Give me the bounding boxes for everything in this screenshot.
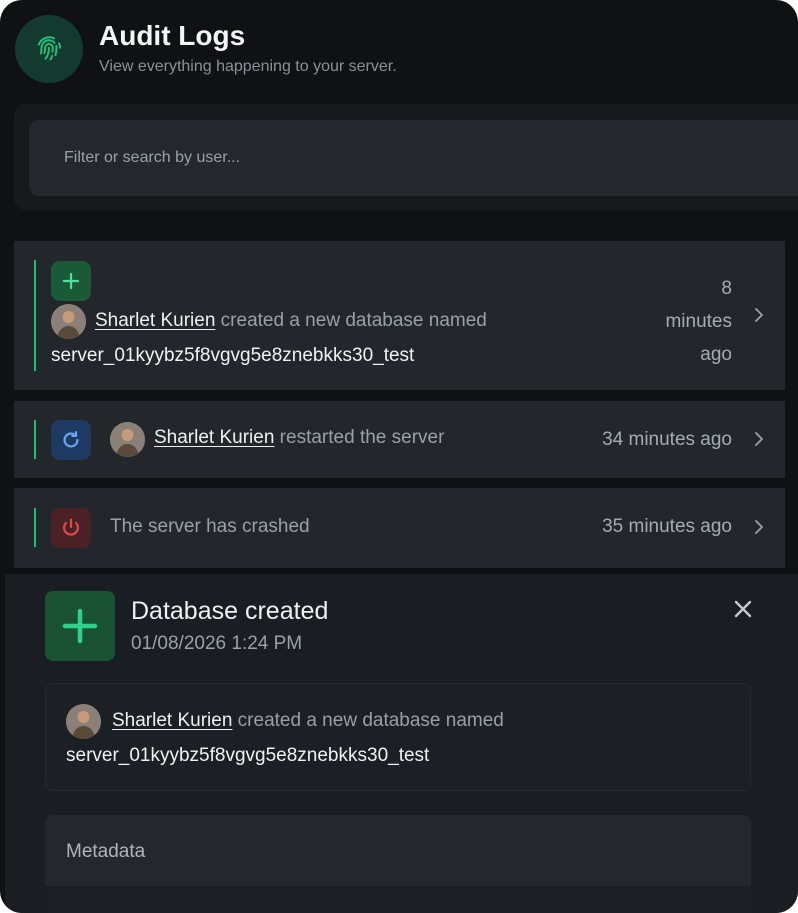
plus-icon: [45, 591, 115, 661]
detail-title: Database created: [131, 597, 329, 625]
log-description: Sharlet Kurien restarted the server: [154, 427, 445, 448]
restart-icon: [51, 420, 91, 460]
chevron-right-icon[interactable]: [751, 519, 767, 535]
detail-date: 01/08/2026 1:24 PM: [131, 633, 303, 654]
log-timestamp: 35 minutes ago: [602, 516, 732, 537]
log-row-restart[interactable]: Sharlet Kurien restarted the server 34 m…: [14, 401, 785, 478]
detail-description-card: Sharlet Kurien created a new database na…: [45, 683, 751, 791]
user-link[interactable]: Sharlet Kurien: [154, 427, 274, 448]
audit-logs-window: Audit Logs View everything happening to …: [0, 0, 798, 913]
log-description: The server has crashed: [110, 516, 310, 537]
avatar: [110, 422, 145, 457]
log-row-crash[interactable]: The server has crashed 35 minutes ago: [14, 488, 785, 568]
log-description: Sharlet Kurien created a new database na…: [95, 310, 487, 331]
page-title: Audit Logs: [99, 20, 246, 51]
avatar: [66, 704, 101, 739]
detail-description: Sharlet Kurien created a new database na…: [112, 710, 504, 731]
power-icon: [51, 508, 91, 548]
log-timestamp: 8 minutes ago: [665, 278, 732, 365]
user-link[interactable]: Sharlet Kurien: [112, 710, 232, 731]
row-accent-bar: [34, 420, 36, 459]
search-input[interactable]: [29, 120, 798, 196]
log-row-database-created[interactable]: Sharlet Kurien created a new database na…: [14, 241, 785, 390]
metadata-section[interactable]: Metadata: [45, 815, 751, 913]
chevron-right-icon[interactable]: [751, 431, 767, 447]
metadata-body: [45, 886, 751, 913]
chevron-right-icon[interactable]: [751, 307, 767, 323]
metadata-heading: Metadata: [66, 841, 146, 862]
close-icon[interactable]: [732, 598, 754, 620]
page-subtitle: View everything happening to your server…: [99, 58, 397, 75]
fingerprint-icon: [15, 15, 83, 83]
plus-icon: [51, 261, 91, 301]
avatar: [51, 304, 86, 339]
database-name: server_01kyybz5f8vgvg5e8znebkks30_test: [51, 345, 415, 366]
database-name: server_01kyybz5f8vgvg5e8znebkks30_test: [66, 745, 430, 766]
user-link[interactable]: Sharlet Kurien: [95, 310, 215, 331]
row-accent-bar: [34, 508, 36, 547]
log-timestamp: 34 minutes ago: [602, 429, 732, 450]
row-accent-bar: [34, 260, 36, 371]
